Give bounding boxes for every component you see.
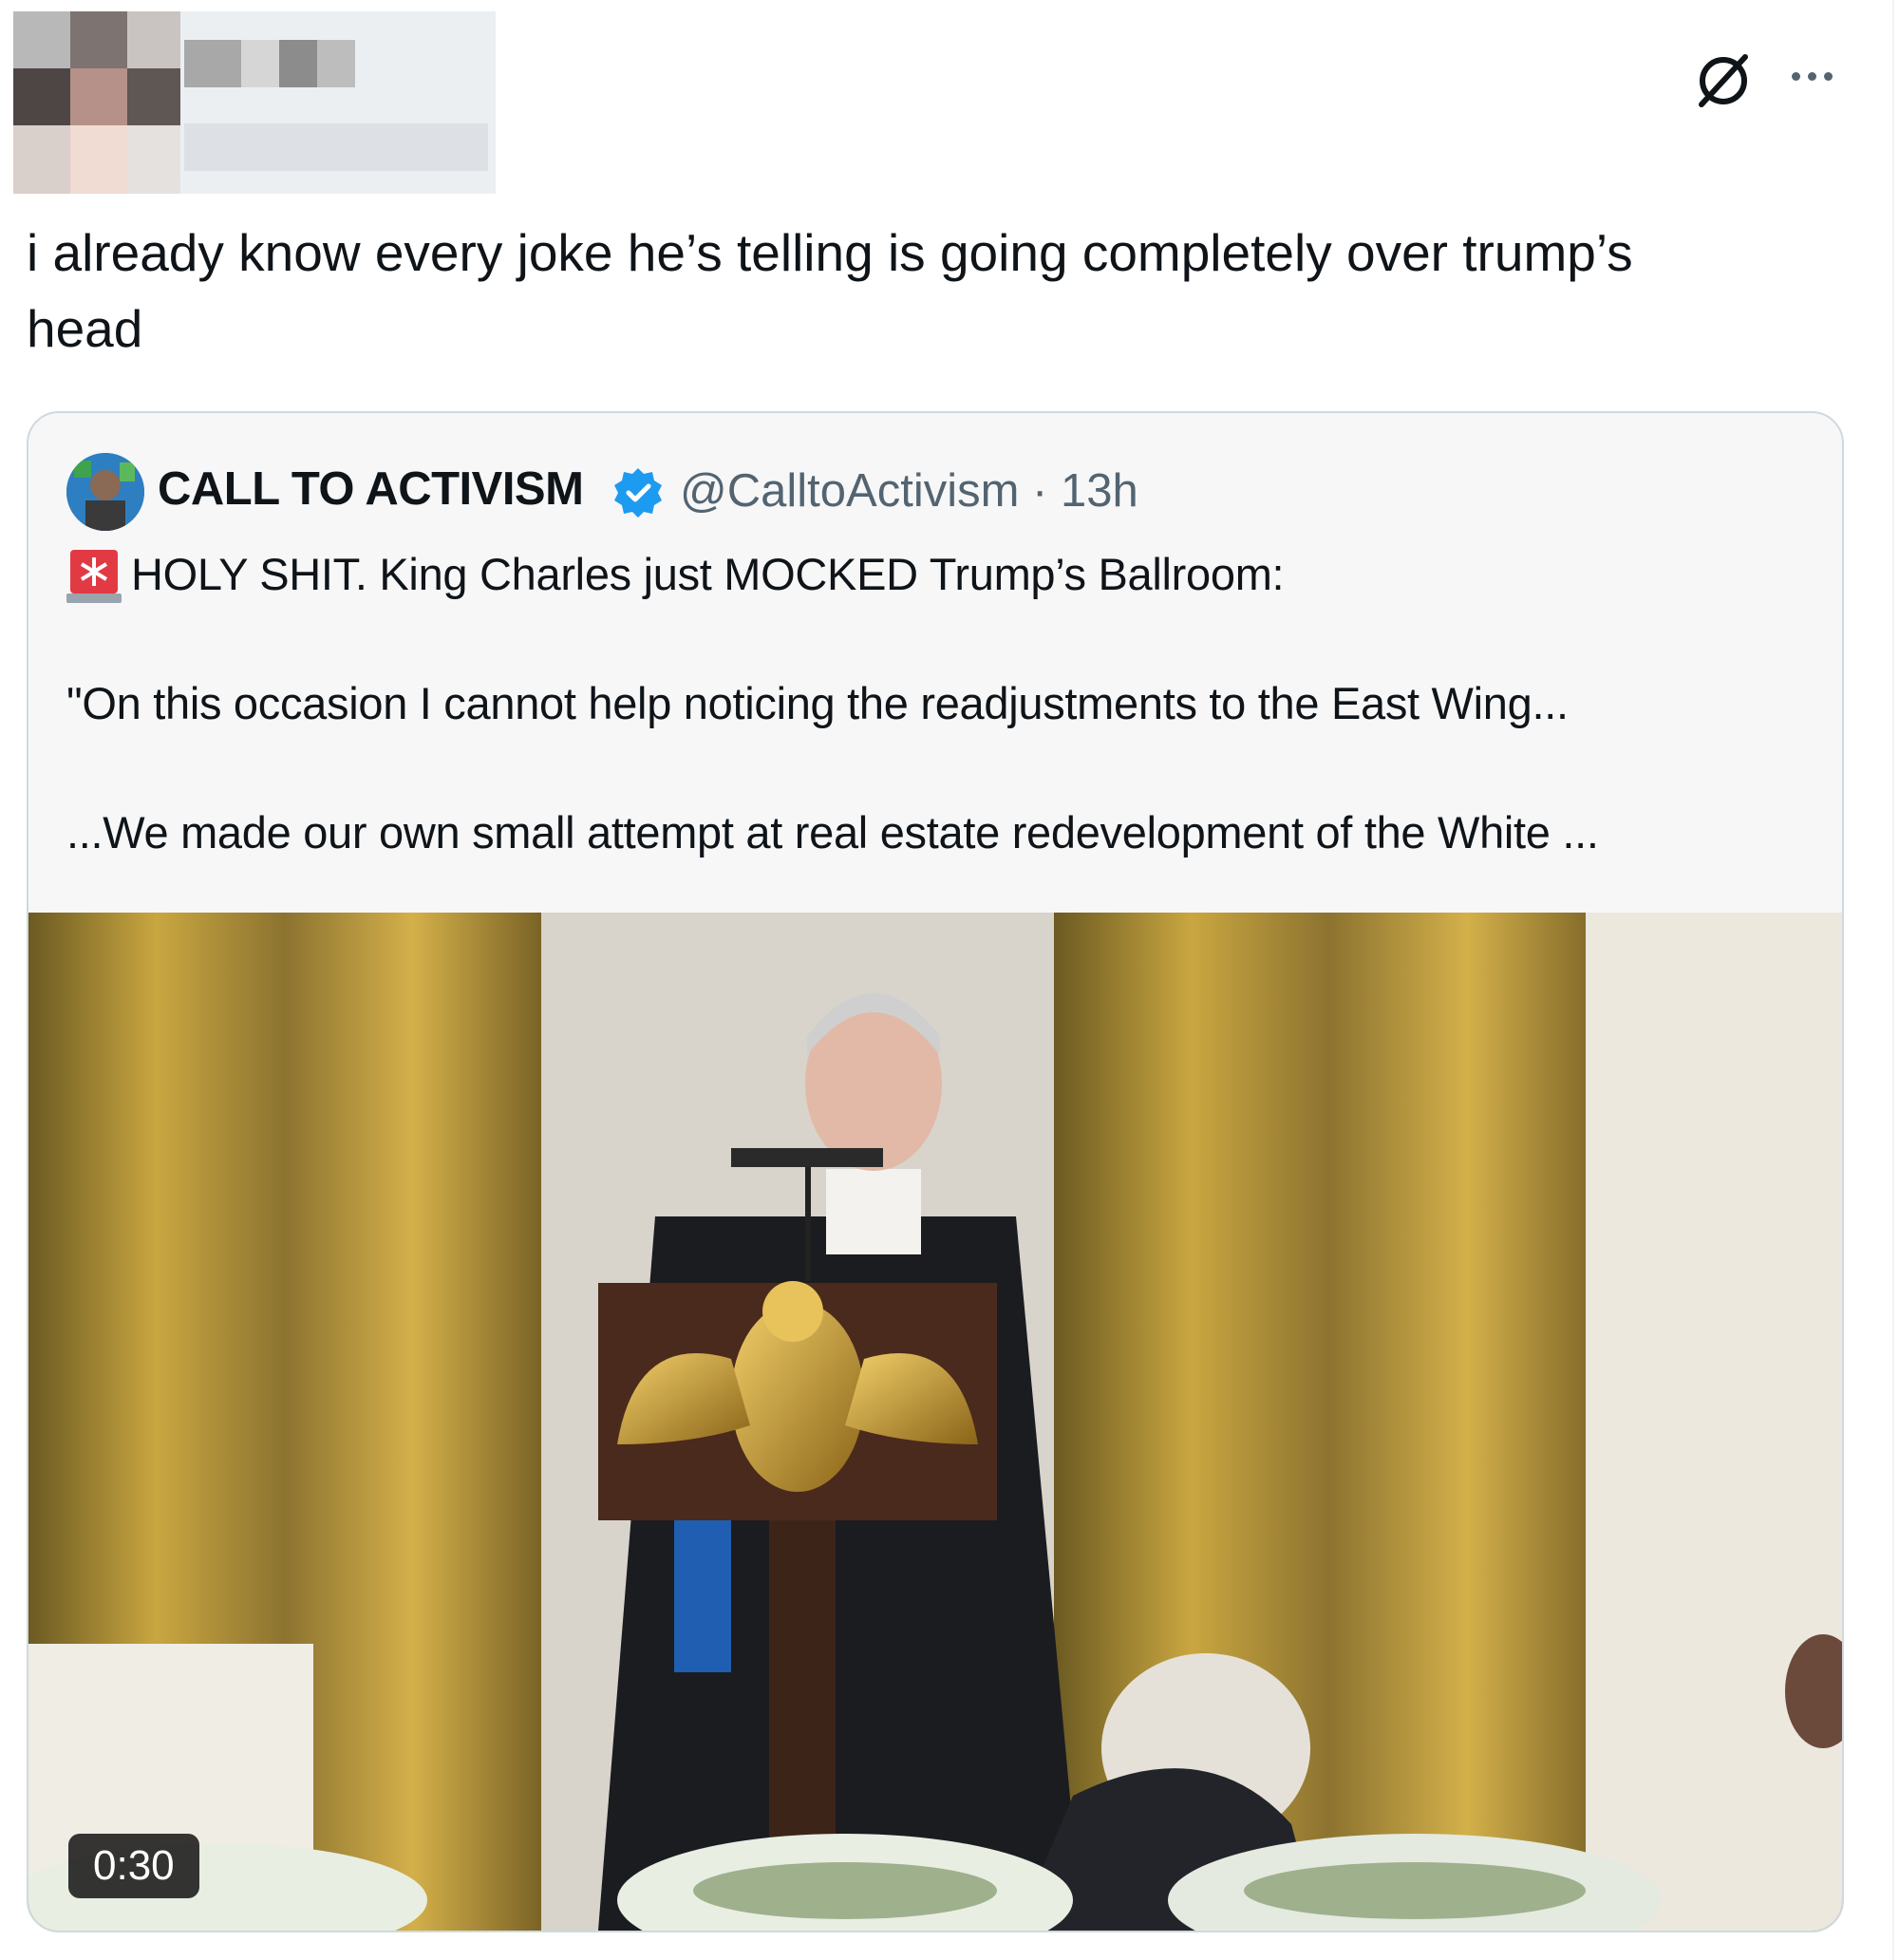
quoted-author-name[interactable]: CALL TO ACTIVISM [158, 462, 584, 516]
quoted-text-line-1: HOLY SHIT. King Charles just MOCKED Trum… [131, 549, 1285, 599]
verified-badge-icon [610, 464, 667, 521]
author-header-blurred[interactable] [13, 11, 496, 194]
quoted-handle-time[interactable]: @CalltoActivism · 13h [680, 464, 1138, 518]
grok-icon[interactable] [1692, 49, 1755, 112]
timeline-divider [1892, 0, 1894, 1960]
video-duration-badge: 0:30 [68, 1834, 199, 1898]
siren-icon [66, 546, 122, 605]
more-icon[interactable] [1781, 57, 1842, 95]
quoted-text-line-2: "On this occasion I cannot help noticing… [66, 678, 1569, 728]
quoted-author-avatar[interactable] [66, 453, 144, 531]
quoted-text-line-3: ...We made our own small attempt at real… [66, 807, 1599, 858]
video-thumbnail [28, 913, 1842, 1931]
video-player[interactable]: 0:30 [28, 913, 1842, 1931]
tweet-text: i already know every joke he’s telling i… [27, 223, 1633, 358]
quoted-tweet-card[interactable]: CALL TO ACTIVISM @CalltoActivism · 13h H… [27, 411, 1844, 1932]
